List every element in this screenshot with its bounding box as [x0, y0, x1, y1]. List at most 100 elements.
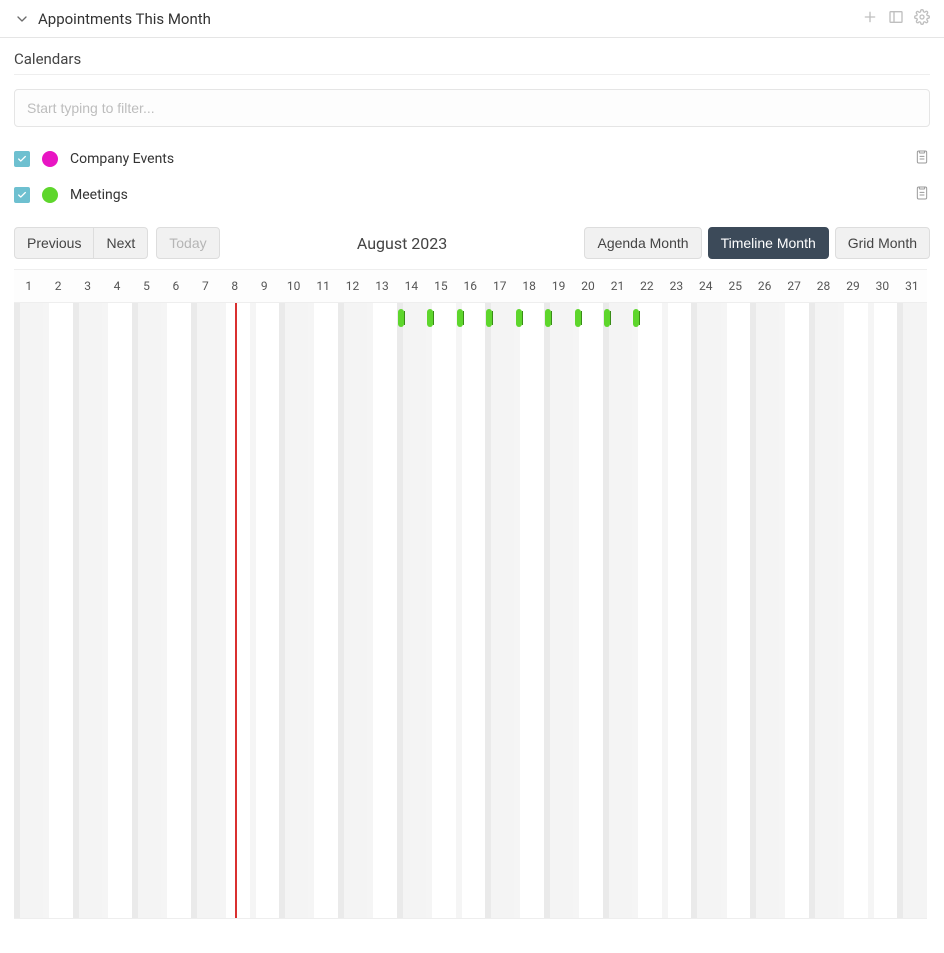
day-column-stripe: [279, 303, 285, 918]
day-header-cell[interactable]: 28: [809, 270, 838, 302]
calendar-checkbox[interactable]: [14, 187, 30, 203]
day-column[interactable]: [603, 303, 632, 918]
day-header-cell[interactable]: 2: [43, 270, 72, 302]
collapse-chevron-icon[interactable]: [14, 11, 30, 27]
day-header-cell[interactable]: 10: [279, 270, 308, 302]
day-header-cell[interactable]: 1: [14, 270, 43, 302]
day-column[interactable]: [779, 303, 808, 918]
day-header-cell[interactable]: 16: [456, 270, 485, 302]
timeline-event[interactable]: [457, 309, 463, 327]
day-column[interactable]: [838, 303, 867, 918]
day-header-cell[interactable]: 23: [662, 270, 691, 302]
day-column[interactable]: [14, 303, 43, 918]
day-column-stripe: [750, 303, 756, 918]
day-header-cell[interactable]: 14: [397, 270, 426, 302]
timeline-event[interactable]: [427, 309, 433, 327]
day-column-stripe: [250, 303, 256, 918]
day-header-cell[interactable]: 31: [897, 270, 926, 302]
day-column[interactable]: [308, 303, 337, 918]
day-header-cell[interactable]: 26: [750, 270, 779, 302]
day-header-cell[interactable]: 22: [632, 270, 661, 302]
day-column[interactable]: [868, 303, 897, 918]
day-header-cell[interactable]: 6: [161, 270, 190, 302]
day-header-cell[interactable]: 17: [485, 270, 514, 302]
panel-header: Appointments This Month: [0, 0, 944, 38]
day-column-stripe: [338, 303, 344, 918]
timeline-event[interactable]: [516, 309, 522, 327]
timeline-body[interactable]: [14, 303, 927, 919]
day-header-cell[interactable]: 3: [73, 270, 102, 302]
day-column[interactable]: [43, 303, 72, 918]
day-column[interactable]: [426, 303, 455, 918]
plus-icon[interactable]: [862, 9, 878, 29]
calendar-row: Meetings: [14, 177, 930, 213]
view-button-timeline-month[interactable]: Timeline Month: [708, 227, 829, 259]
day-header-cell[interactable]: 27: [779, 270, 808, 302]
timeline-event[interactable]: [398, 309, 404, 327]
day-header-cell[interactable]: 19: [544, 270, 573, 302]
day-header-cell[interactable]: 5: [132, 270, 161, 302]
day-header-cell[interactable]: 11: [308, 270, 337, 302]
panel-layout-icon[interactable]: [888, 9, 904, 29]
day-column[interactable]: [338, 303, 367, 918]
day-column[interactable]: [721, 303, 750, 918]
day-header-cell[interactable]: 7: [191, 270, 220, 302]
calendar-label: Company Events: [70, 151, 174, 167]
timeline-event[interactable]: [604, 309, 610, 327]
day-header-cell[interactable]: 15: [426, 270, 455, 302]
day-header-cell[interactable]: 18: [514, 270, 543, 302]
next-button[interactable]: Next: [94, 227, 148, 259]
panel-title: Appointments This Month: [38, 10, 211, 28]
day-column[interactable]: [691, 303, 720, 918]
day-header-cell[interactable]: 25: [721, 270, 750, 302]
day-header-cell[interactable]: 20: [573, 270, 602, 302]
clipboard-icon[interactable]: [914, 149, 930, 169]
day-header-cell[interactable]: 13: [367, 270, 396, 302]
day-column-stripe: [721, 303, 727, 918]
day-column[interactable]: [367, 303, 396, 918]
day-column-stripe: [544, 303, 550, 918]
day-column-stripe: [426, 303, 432, 918]
day-header-cell[interactable]: 21: [603, 270, 632, 302]
day-column[interactable]: [750, 303, 779, 918]
day-header-cell[interactable]: 9: [250, 270, 279, 302]
previous-button[interactable]: Previous: [14, 227, 94, 259]
day-column[interactable]: [456, 303, 485, 918]
day-column[interactable]: [544, 303, 573, 918]
day-column[interactable]: [397, 303, 426, 918]
day-column[interactable]: [573, 303, 602, 918]
timeline-event[interactable]: [486, 309, 492, 327]
day-header-cell[interactable]: 29: [838, 270, 867, 302]
day-column[interactable]: [809, 303, 838, 918]
view-button-grid-month[interactable]: Grid Month: [835, 227, 930, 259]
day-column[interactable]: [632, 303, 661, 918]
day-column[interactable]: [102, 303, 131, 918]
day-header-cell[interactable]: 24: [691, 270, 720, 302]
day-column-stripe: [220, 303, 226, 918]
day-column[interactable]: [279, 303, 308, 918]
view-button-agenda-month[interactable]: Agenda Month: [584, 227, 701, 259]
day-column[interactable]: [662, 303, 691, 918]
timeline-event[interactable]: [575, 309, 581, 327]
gear-icon[interactable]: [914, 9, 930, 29]
calendar-checkbox[interactable]: [14, 151, 30, 167]
timeline-event[interactable]: [633, 309, 639, 327]
day-column[interactable]: [485, 303, 514, 918]
day-header-cell[interactable]: 12: [338, 270, 367, 302]
day-column[interactable]: [191, 303, 220, 918]
day-header-cell[interactable]: 30: [868, 270, 897, 302]
day-column[interactable]: [250, 303, 279, 918]
clipboard-icon[interactable]: [914, 185, 930, 205]
timeline-event[interactable]: [545, 309, 551, 327]
day-column[interactable]: [514, 303, 543, 918]
day-header-cell[interactable]: 4: [102, 270, 131, 302]
day-column[interactable]: [897, 303, 926, 918]
day-column-stripe: [691, 303, 697, 918]
day-column[interactable]: [73, 303, 102, 918]
calendar-filter-input[interactable]: [14, 89, 930, 127]
day-column[interactable]: [161, 303, 190, 918]
day-header-cell[interactable]: 8: [220, 270, 249, 302]
today-button[interactable]: Today: [156, 227, 219, 259]
day-column-stripe: [456, 303, 462, 918]
day-column[interactable]: [132, 303, 161, 918]
